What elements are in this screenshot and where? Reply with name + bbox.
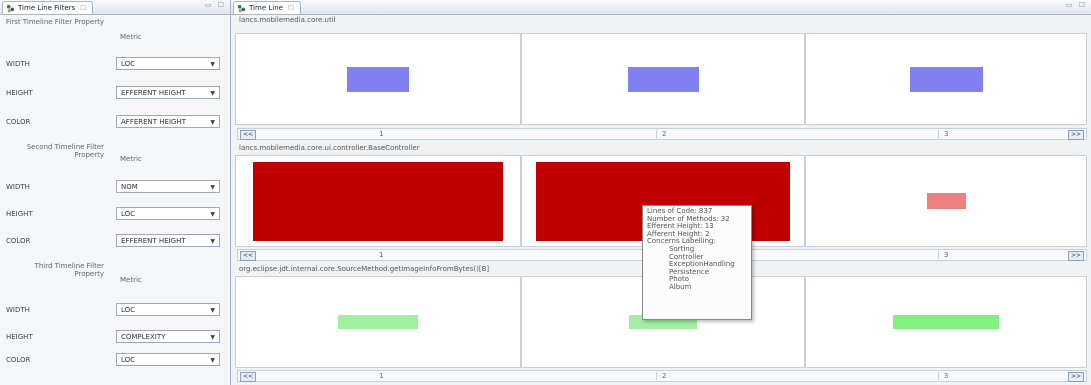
width-select[interactable]: LOC ▼: [116, 57, 220, 70]
chevron-down-icon: ▼: [210, 61, 215, 68]
color-select[interactable]: LOC ▼: [116, 353, 220, 366]
tooltip-line: Concerns Labelling:: [647, 237, 716, 246]
concern-item: Photo: [669, 275, 689, 284]
metric-bar[interactable]: [347, 67, 409, 92]
metric-bar[interactable]: [628, 67, 699, 92]
column-number: 1: [379, 251, 384, 259]
chevron-down-icon: ▼: [210, 90, 215, 97]
color-label: COLOR: [6, 237, 31, 245]
timeline-cell[interactable]: [805, 276, 1087, 368]
color-label: COLOR: [6, 356, 31, 364]
previous-button[interactable]: <<: [240, 372, 256, 382]
timeline-cell[interactable]: [805, 33, 1087, 125]
color-select[interactable]: EFFERENT HEIGHT ▼: [116, 234, 220, 247]
chevron-down-icon: ▼: [210, 238, 215, 245]
concern-item: Persistence: [669, 267, 710, 276]
timeline-cell[interactable]: [805, 155, 1087, 247]
timeline-cell[interactable]: [235, 276, 521, 368]
selected-value: EFFERENT HEIGHT: [121, 88, 186, 97]
metric-bar[interactable]: [927, 193, 966, 209]
tab-label: Time Line: [249, 4, 283, 12]
selected-value: EFFERENT HEIGHT: [121, 236, 186, 245]
divider: [656, 130, 657, 138]
color-label: COLOR: [6, 118, 31, 126]
chevron-down-icon: ▼: [210, 211, 215, 218]
selected-value: LOC: [121, 355, 136, 364]
column-number: 3: [944, 251, 949, 259]
metric-bar[interactable]: [893, 315, 999, 329]
width-label: WIDTH: [6, 306, 30, 314]
height-label: HEIGHT: [6, 333, 33, 341]
column-number: 1: [379, 372, 384, 380]
divider: [938, 251, 939, 259]
height-label: HEIGHT: [6, 210, 33, 218]
timeline-view: Time Line ☐ ▭ ☐ lancs.mobilemedia.core.u…: [231, 0, 1091, 385]
width-select[interactable]: LOC ▼: [116, 303, 220, 316]
window-controls[interactable]: ▭ ☐: [205, 1, 226, 9]
left-tab-bar: Time Line Filters ☐ ▭ ☐: [0, 0, 230, 15]
selected-value: LOC: [121, 59, 136, 68]
chevron-down-icon: ▼: [210, 119, 215, 126]
selected-value: COMPLEXITY: [121, 332, 166, 341]
timeline-cell[interactable]: [235, 155, 521, 247]
chevron-down-icon: ▼: [210, 184, 215, 191]
selected-value: NOM: [121, 182, 138, 191]
timeline-cell[interactable]: [235, 33, 521, 125]
filter-section-title: Second Timeline Filter Property: [26, 143, 104, 159]
previous-button[interactable]: <<: [240, 251, 256, 261]
width-label: WIDTH: [6, 60, 30, 68]
divider: [938, 372, 939, 380]
selected-value: LOC: [121, 305, 136, 314]
row-navigation: << 1 2 3 >>: [237, 128, 1087, 140]
next-button[interactable]: >>: [1068, 251, 1084, 261]
height-label: HEIGHT: [6, 89, 33, 97]
column-number: 3: [944, 130, 949, 138]
row-title: lancs.mobilemedia.core.util: [239, 16, 336, 24]
column-number: 1: [379, 130, 384, 138]
width-label: WIDTH: [6, 183, 30, 191]
concern-item: Album: [669, 282, 692, 291]
window-controls[interactable]: ▭ ☐: [1066, 1, 1087, 9]
timeline-filters-panel: Time Line Filters ☐ ▭ ☐ First Timeline F…: [0, 0, 231, 385]
metric-bar[interactable]: [253, 162, 503, 241]
filter-view-icon: [6, 4, 15, 12]
timeline-tab-bar: Time Line ☐ ▭ ☐: [231, 0, 1091, 15]
chevron-down-icon: ▼: [210, 334, 215, 341]
column-number: 2: [662, 372, 667, 380]
selected-value: LOC: [121, 209, 136, 218]
metric-bar[interactable]: [338, 315, 418, 329]
divider: [938, 130, 939, 138]
tab-time-line[interactable]: Time Line ☐: [233, 1, 302, 14]
color-select[interactable]: AFFERENT HEIGHT ▼: [116, 115, 220, 128]
filter-section-title: Third Timeline Filter Property: [34, 262, 104, 278]
divider: [656, 372, 657, 380]
close-icon[interactable]: ☐: [80, 4, 86, 12]
metric-header: Metric: [120, 276, 142, 284]
metric-bar[interactable]: [910, 67, 983, 92]
row-navigation: << 1 2 3 >>: [237, 370, 1087, 382]
row-title: org.eclipse.jdt.internal.core.SourceMeth…: [239, 265, 490, 273]
metric-header: Metric: [120, 33, 142, 41]
timeline-cell[interactable]: [521, 33, 805, 125]
chevron-down-icon: ▼: [210, 307, 215, 314]
height-select[interactable]: COMPLEXITY ▼: [116, 330, 220, 343]
height-select[interactable]: LOC ▼: [116, 207, 220, 220]
height-select[interactable]: EFFERENT HEIGHT ▼: [116, 86, 220, 99]
next-button[interactable]: >>: [1068, 372, 1084, 382]
close-icon[interactable]: ☐: [288, 4, 294, 12]
selected-value: AFFERENT HEIGHT: [121, 117, 187, 126]
tab-time-line-filters[interactable]: Time Line Filters ☐: [2, 1, 94, 14]
chevron-down-icon: ▼: [210, 357, 215, 364]
row-title: lancs.mobilemedia.core.ui.controller.Bas…: [239, 144, 420, 152]
metrics-tooltip: Lines of Code: 837 Number of Methods: 32…: [642, 205, 752, 320]
previous-button[interactable]: <<: [240, 130, 256, 140]
column-number: 2: [662, 130, 667, 138]
column-number: 3: [944, 372, 949, 380]
timeline-view-icon: [237, 4, 246, 12]
metric-header: Metric: [120, 155, 142, 163]
next-button[interactable]: >>: [1068, 130, 1084, 140]
filter-section-title: First Timeline Filter Property: [5, 18, 104, 26]
tab-label: Time Line Filters: [18, 4, 76, 12]
width-select[interactable]: NOM ▼: [116, 180, 220, 193]
